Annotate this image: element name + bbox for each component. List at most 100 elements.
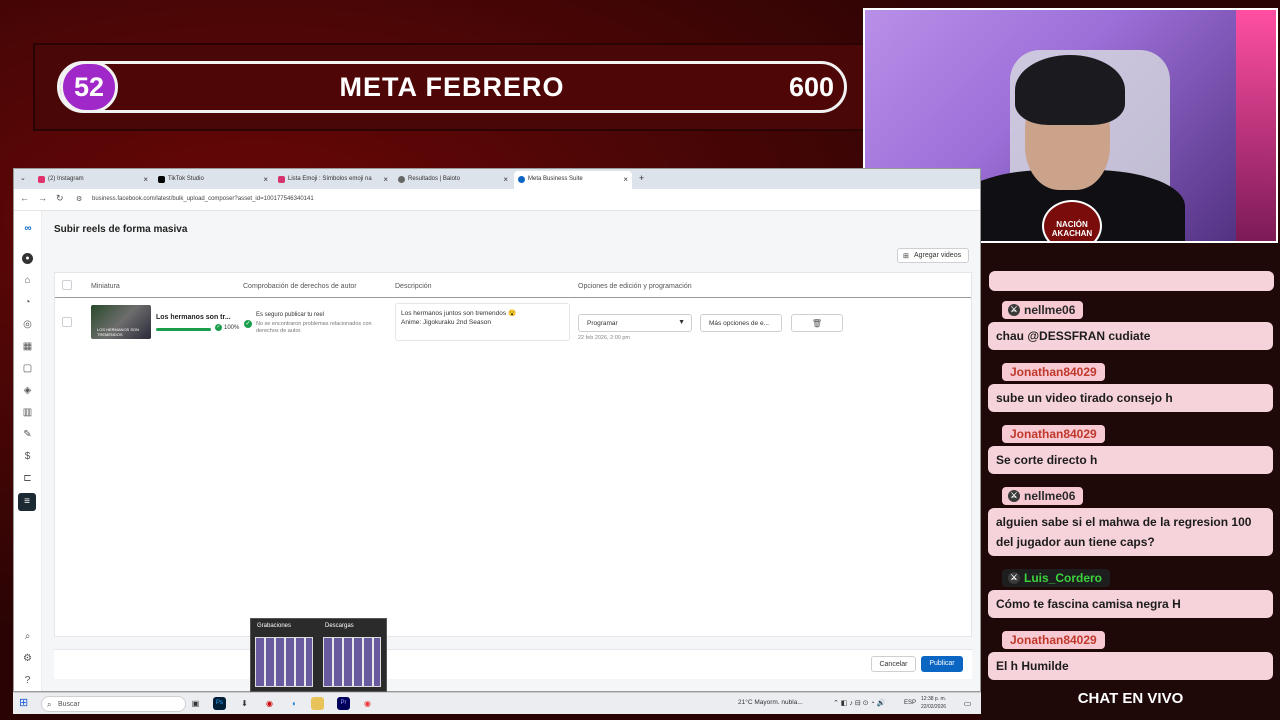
description-field[interactable]: Los hermanos juntos son tremendos 😮 Anim…	[395, 303, 570, 341]
menu-icon[interactable]: ≡	[18, 493, 36, 511]
caret-down-icon: ▼	[678, 319, 685, 326]
goal-title: META FEBRERO	[339, 72, 565, 102]
left-sidebar: ∞ ● ⌂ ◔ ◎ ▦ ▢ ◈ ▥ ✎ $ ⊏ ≡ ⌕ ⚙ ?	[14, 211, 42, 691]
avatar-icon[interactable]: ●	[22, 253, 33, 264]
chat-username: ⚔ nellme06	[1002, 301, 1084, 319]
mod-icon: ⚔	[1008, 490, 1020, 502]
megaphone-icon[interactable]: ⊏	[22, 473, 33, 484]
header-divider	[55, 297, 971, 298]
check-icon: ✓	[215, 324, 222, 331]
upload-percent: 100%	[224, 325, 240, 331]
add-videos-button[interactable]: ⊞ Agregar videos	[897, 248, 969, 263]
description-line-1: Los hermanos juntos son tremendos 😮	[401, 310, 517, 317]
close-icon[interactable]: ×	[623, 175, 628, 184]
chat-message: chau @DESSFRAN cudiate	[988, 322, 1273, 350]
close-icon[interactable]: ×	[263, 175, 268, 184]
premiere-icon[interactable]: Pr	[337, 697, 350, 710]
meta-logo-icon[interactable]: ∞	[20, 223, 36, 234]
search-icon[interactable]: ⌕	[22, 631, 33, 642]
new-tab-button[interactable]: +	[636, 171, 650, 189]
upload-table: Miniatura Comprobación de derechos de au…	[54, 272, 972, 637]
preview-recordings-label: Grabaciones	[257, 623, 292, 629]
insights-icon[interactable]: ▥	[22, 407, 33, 418]
copyright-status: Es seguro publicar tu reel	[256, 312, 325, 318]
language-indicator[interactable]: ESP	[904, 700, 916, 706]
edge-icon[interactable]: ◐	[288, 697, 301, 710]
mod-icon: ⚔	[1008, 304, 1020, 316]
preview-downloads-window[interactable]	[323, 637, 381, 687]
taskbar-search-label: Buscar	[58, 701, 80, 708]
schedule-select[interactable]: Programar ▼	[578, 314, 692, 332]
goal-banner: 52 META FEBRERO 600	[33, 43, 865, 131]
monetization-icon[interactable]: $	[22, 451, 33, 462]
url-field[interactable]: business.facebook.com/latest/bulk_upload…	[92, 196, 314, 202]
posts-icon[interactable]: ▢	[22, 363, 33, 374]
home-icon[interactable]: ⌂	[22, 275, 33, 286]
col-options: Opciones de edición y programación	[578, 283, 692, 290]
tab-label: (2) Instagram	[48, 176, 84, 182]
meta-icon	[518, 176, 525, 183]
select-all-checkbox[interactable]	[62, 280, 72, 290]
delete-button[interactable]: 🗑	[791, 314, 843, 332]
globe-icon	[398, 176, 405, 183]
trash-icon: 🗑	[811, 319, 823, 328]
tiktok-icon	[158, 176, 165, 183]
tab-emoji[interactable]: Lista Emoji : Símbolos emoji na ×	[274, 171, 392, 189]
video-thumbnail[interactable]: LOS HERMANOS SON TREMENDOS	[91, 305, 151, 339]
file-explorer-icon[interactable]	[311, 697, 324, 710]
edit-icon[interactable]: ✎	[22, 429, 33, 440]
taskbar-preview-popup: Grabaciones Descargas	[250, 618, 387, 692]
tab-meta-business[interactable]: Meta Business Suite ×	[514, 171, 632, 189]
system-tray[interactable]: ⌃ ◧ ♪ ⊟ ⊙ ◔ 🔊	[833, 699, 885, 707]
instagram-icon	[38, 176, 45, 183]
copyright-ok-icon: ✓	[244, 320, 252, 328]
address-bar: ← → ↻ ⚙ business.facebook.com/latest/bul…	[14, 189, 980, 211]
app-icon[interactable]: ⬇	[238, 697, 251, 710]
content-icon[interactable]: ▦	[22, 341, 33, 352]
tab-bar: ⌄ (2) Instagram × TikTok Studio × Lista Em…	[14, 169, 980, 189]
upload-progress-bar	[156, 328, 211, 331]
publish-button[interactable]: Publicar	[921, 656, 963, 672]
photoshop-icon[interactable]: Ps	[213, 697, 226, 710]
chat-message: El h Humilde	[988, 652, 1273, 680]
notifications-icon[interactable]: ◔	[22, 297, 33, 308]
help-icon[interactable]: ?	[22, 675, 33, 686]
preview-downloads-label: Descargas	[325, 623, 354, 629]
cancel-button[interactable]: Cancelar	[871, 656, 916, 672]
chat-username: ⚔ Luis_Cordero	[1002, 569, 1111, 587]
planner-icon[interactable]: ◎	[22, 319, 33, 330]
row-checkbox[interactable]	[62, 317, 72, 327]
chat-username: Jonathan84029	[1002, 631, 1105, 649]
schedule-date: 22 feb 2026, 2:00 pm	[578, 335, 630, 341]
windows-start-icon[interactable]: ⊞	[19, 698, 30, 709]
settings-icon[interactable]: ⚙	[22, 653, 33, 664]
goal-pill: 52 META FEBRERO 600	[57, 61, 847, 113]
preview-recordings-window[interactable]	[255, 637, 313, 687]
clock-date: 22/02/2026	[921, 704, 947, 710]
tab-label: Resultados | Baloto	[408, 176, 460, 182]
tab-label: Meta Business Suite	[528, 176, 583, 182]
close-icon[interactable]: ×	[503, 175, 508, 184]
taskbar-search[interactable]: ⌕ Buscar	[41, 696, 186, 712]
ads-icon[interactable]: ◈	[22, 385, 33, 396]
tab-menu-icon[interactable]: ⌄	[18, 171, 30, 189]
video-add-icon: ⊞	[903, 253, 909, 260]
taskbar-clock[interactable]: 12:38 p. m. 22/02/2026	[921, 695, 946, 711]
obs-icon[interactable]: ◉	[263, 697, 276, 710]
more-options-button[interactable]: Más opciones de e...	[700, 314, 782, 332]
reload-icon[interactable]: ↻	[56, 193, 64, 204]
chrome-icon[interactable]: ◉	[361, 697, 374, 710]
tab-instagram[interactable]: (2) Instagram ×	[34, 171, 152, 189]
close-icon[interactable]: ×	[383, 175, 388, 184]
tab-baloto[interactable]: Resultados | Baloto ×	[394, 171, 512, 189]
forward-icon[interactable]: →	[38, 193, 47, 203]
task-view-icon[interactable]: ▣	[189, 697, 202, 710]
notification-icon[interactable]: ▭	[961, 697, 974, 710]
tab-tiktok[interactable]: TikTok Studio ×	[154, 171, 272, 189]
site-info-icon[interactable]: ⚙	[76, 195, 82, 203]
add-videos-label: Agregar videos	[914, 252, 962, 259]
weather-widget[interactable]: 21°C Mayorm. nubla...	[738, 699, 803, 706]
close-icon[interactable]: ×	[143, 175, 148, 184]
back-icon[interactable]: ←	[20, 193, 29, 203]
thumb-caption: LOS HERMANOS SON TREMENDOS	[97, 327, 140, 337]
